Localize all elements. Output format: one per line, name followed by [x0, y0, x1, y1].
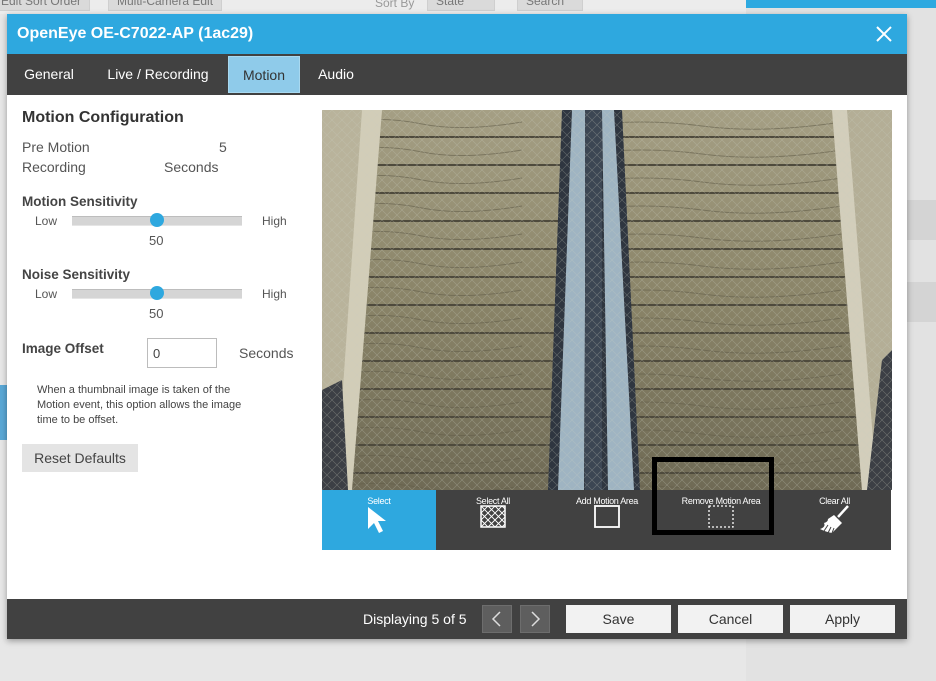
- chevron-left-icon: [491, 611, 501, 627]
- noise-sensitivity-label: Noise Sensitivity: [22, 267, 131, 282]
- image-offset-label: Image Offset: [22, 341, 104, 356]
- image-offset-input[interactable]: [147, 338, 217, 368]
- sort-by-label: Sort By: [375, 0, 415, 10]
- save-button[interactable]: Save: [566, 605, 671, 633]
- noise-sensitivity-high: High: [262, 287, 287, 301]
- background-stripe: [906, 282, 936, 322]
- motion-sensitivity-low: Low: [35, 214, 58, 228]
- broom-icon: [819, 505, 849, 534]
- dashed-square-icon: [708, 505, 734, 528]
- reset-defaults-button[interactable]: Reset Defaults: [22, 444, 138, 472]
- cancel-button[interactable]: Cancel: [678, 605, 783, 633]
- cursor-arrow-icon: [368, 507, 386, 533]
- motion-config-heading: Motion Configuration: [22, 109, 184, 126]
- edit-sort-order-button[interactable]: Edit Sort Order: [0, 0, 91, 11]
- search-button[interactable]: Search: [517, 0, 583, 11]
- camera-preview-image[interactable]: [322, 110, 892, 490]
- tab-bar: General Live / Recording Motion Audio: [7, 54, 907, 95]
- pre-motion-value: 5: [219, 139, 227, 155]
- background-selected-item: [0, 385, 7, 440]
- chevron-right-icon: [531, 611, 541, 627]
- motion-sensitivity-value: 50: [149, 233, 164, 248]
- image-offset-unit: Seconds: [239, 345, 294, 361]
- background-page-header: Edit Sort Order Multi-Camera Edit Sort B…: [0, 0, 746, 14]
- noise-sensitivity-slider[interactable]: [72, 286, 242, 300]
- next-button[interactable]: [520, 605, 550, 633]
- remove-motion-area-button[interactable]: Remove Motion Area: [664, 490, 778, 550]
- select-all-tool-button[interactable]: Select All: [436, 490, 550, 550]
- multi-camera-edit-button[interactable]: Multi-Camera Edit: [108, 0, 223, 11]
- noise-sensitivity-value: 50: [149, 306, 164, 321]
- select-tool-button[interactable]: Select: [322, 490, 436, 550]
- crosshatch-grid-icon: [480, 505, 506, 528]
- pre-motion-label: Pre Motion: [22, 139, 90, 155]
- tab-audio[interactable]: Audio: [310, 56, 362, 93]
- camera-settings-dialog: OpenEye OE-C7022-AP (1ac29) General Live…: [7, 14, 907, 639]
- apply-button[interactable]: Apply: [790, 605, 895, 633]
- dialog-titlebar: OpenEye OE-C7022-AP (1ac29): [7, 14, 907, 54]
- pre-motion-unit: Seconds: [164, 159, 219, 175]
- clear-all-tool-button[interactable]: Clear All: [778, 490, 891, 550]
- background-accent-bar: [746, 0, 936, 8]
- state-select[interactable]: State: [427, 0, 495, 11]
- image-offset-note: When a thumbnail image is taken of the M…: [37, 383, 262, 428]
- motion-sensitivity-high: High: [262, 214, 287, 228]
- tab-motion[interactable]: Motion: [228, 56, 300, 93]
- motion-sensitivity-handle[interactable]: [150, 213, 164, 227]
- close-icon[interactable]: [873, 23, 895, 45]
- note-line: time to be offset.: [37, 414, 119, 426]
- note-line: Motion event, this option allows the ima…: [37, 399, 242, 411]
- previous-button[interactable]: [482, 605, 512, 633]
- tab-general[interactable]: General: [12, 56, 86, 93]
- motion-tools-toolbar: Select Select All Add Motion Area Remove…: [322, 490, 891, 550]
- add-motion-area-button[interactable]: Add Motion Area: [550, 490, 664, 550]
- noise-sensitivity-low: Low: [35, 287, 58, 301]
- motion-sensitivity-slider[interactable]: [72, 213, 242, 227]
- dialog-title: OpenEye OE-C7022-AP (1ac29): [17, 25, 254, 42]
- dialog-footer: Displaying 5 of 5 Save Cancel Apply: [7, 599, 907, 639]
- square-outline-icon: [594, 505, 620, 528]
- camera-scene: [322, 110, 892, 490]
- pre-motion-label-line2: Recording: [22, 159, 86, 175]
- tab-live-recording[interactable]: Live / Recording: [99, 56, 217, 93]
- note-line: When a thumbnail image is taken of the: [37, 384, 231, 396]
- motion-sensitivity-label: Motion Sensitivity: [22, 194, 138, 209]
- noise-sensitivity-handle[interactable]: [150, 286, 164, 300]
- displaying-count: Displaying 5 of 5: [363, 611, 467, 627]
- background-stripe: [906, 200, 936, 240]
